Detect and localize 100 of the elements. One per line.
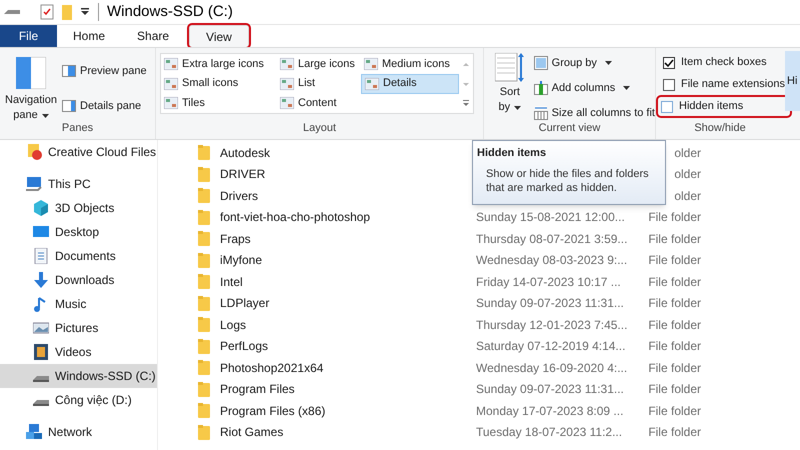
folder-icon (198, 274, 210, 290)
checkbox[interactable] (663, 56, 675, 68)
layout-option[interactable]: Medium icons (361, 54, 459, 74)
folder-icon (198, 145, 210, 160)
hide-selected-button[interactable]: Hi (785, 51, 800, 111)
type-cell: older (674, 167, 701, 182)
desktop-icon (33, 224, 49, 240)
group-label: Layout (302, 121, 336, 136)
date-cell: Thursday 12-01-2023 7:45... (476, 318, 628, 332)
navigation-item[interactable]: Music (0, 292, 157, 316)
navigation-item[interactable]: Pictures (0, 316, 157, 340)
ribbon-tab[interactable]: View (189, 25, 249, 47)
navigation-item[interactable]: 3D Objects (0, 196, 157, 220)
layout-option[interactable]: Tiles (161, 93, 277, 114)
folder-icon (198, 317, 210, 332)
view-option-button[interactable]: Add columns (534, 78, 655, 98)
group-icon (534, 56, 548, 70)
file-name[interactable]: DRIVER (220, 165, 266, 184)
view-icon (164, 78, 178, 90)
navigation-item[interactable]: Công việc (D:) (0, 388, 157, 412)
document-icon (33, 248, 49, 264)
view-option-button[interactable]: Group by (534, 53, 655, 73)
file-name[interactable]: Drivers (220, 186, 258, 205)
preview-pane-button[interactable]: Preview pane (62, 63, 147, 80)
sort-by-button[interactable]: Sort by (488, 53, 532, 115)
caret-icon (514, 106, 522, 110)
layout-option[interactable]: List (277, 74, 361, 94)
pictures-icon (33, 320, 49, 336)
properties-icon (40, 4, 54, 20)
caret-icon (604, 61, 612, 65)
date-cell: Wednesday 16-09-2020 4:... (476, 360, 628, 375)
folder-icon (198, 188, 210, 204)
group-label: Show/hide (694, 121, 746, 136)
drive-icon (33, 376, 49, 382)
file-name[interactable]: PerfLogs (220, 337, 268, 356)
fit-columns-icon (534, 106, 548, 120)
folder-icon (198, 252, 210, 268)
navigation-item[interactable]: Creative Cloud Files (0, 140, 157, 164)
group-label: Panes (62, 121, 94, 136)
file-name[interactable]: LDPlayer (220, 294, 270, 312)
folder-icon (198, 231, 210, 246)
layout-option[interactable]: Large icons (277, 54, 361, 74)
navigation-item[interactable]: Videos (0, 340, 157, 364)
view-icon (280, 97, 294, 110)
file-name[interactable]: iMyfone (220, 251, 262, 270)
drive-icon (33, 400, 49, 406)
checkbox-option[interactable]: File name extensions (660, 75, 788, 94)
date-cell: Thursday 08-07-2021 3:59... (476, 232, 628, 246)
file-name[interactable]: font-viet-hoa-cho-photoshop (220, 208, 370, 226)
file-name[interactable]: Logs (220, 316, 246, 334)
folder-icon (198, 382, 210, 397)
type-cell: File folder (648, 232, 701, 246)
folder-icon (198, 166, 210, 182)
navigation-item[interactable]: This PC (0, 172, 157, 196)
ribbon-tab[interactable]: Home (57, 25, 122, 47)
folder-icon (198, 296, 210, 311)
navigation-pane-button[interactable]: Navigation pane (0, 53, 62, 123)
type-cell: File folder (648, 253, 701, 268)
checkbox-option[interactable]: Item check boxes (660, 53, 788, 72)
folder-icon (198, 403, 210, 418)
type-cell: older (674, 146, 701, 160)
checkbox[interactable] (663, 78, 675, 90)
file-name[interactable]: Fraps (220, 230, 251, 248)
navigation-item[interactable]: Windows-SSD (C:) (0, 364, 157, 388)
folder-icon (198, 338, 210, 354)
navigation-item[interactable]: Desktop (0, 220, 157, 244)
type-cell: File folder (648, 318, 701, 332)
pane-icon (62, 65, 76, 78)
file-name[interactable]: Riot Games (220, 423, 284, 442)
layout-option[interactable]: Small icons (161, 74, 277, 94)
file-name[interactable]: Photoshop2021x64 (220, 358, 324, 377)
sort-icon (494, 53, 525, 83)
file-name[interactable]: Program Files (x86) (220, 402, 326, 420)
pane-layout-icon (16, 57, 46, 89)
type-cell: File folder (648, 274, 701, 289)
details-pane-button[interactable]: Details pane (62, 98, 147, 114)
navigation-item[interactable]: Downloads (0, 268, 157, 292)
file-name[interactable]: Autodesk (220, 144, 270, 162)
view-icon (280, 78, 294, 90)
date-cell: Monday 17-07-2023 8:09 ... (476, 404, 624, 418)
layout-option[interactable]: Content (277, 93, 361, 114)
film-icon (33, 344, 49, 360)
file-tab[interactable]: File (0, 25, 57, 47)
file-name[interactable]: Intel (220, 272, 243, 291)
ribbon-tab[interactable]: Share (121, 25, 186, 47)
caret-icon (623, 86, 630, 90)
folder-icon (62, 4, 72, 20)
view-option-button[interactable]: Size all columns to fit (534, 103, 655, 123)
navigation-item[interactable]: Documents (0, 244, 157, 268)
file-name[interactable]: Program Files (220, 380, 295, 398)
layout-option[interactable]: Details (361, 74, 459, 94)
type-cell: File folder (648, 382, 701, 396)
date-cell: Tuesday 18-07-2023 11:2... (476, 425, 622, 440)
navigation-item[interactable]: Network (0, 420, 157, 444)
folder-icon (198, 424, 210, 440)
date-cell: Sunday 09-07-2023 11:31... (476, 296, 624, 310)
caret-icon (42, 114, 49, 118)
checkbox[interactable] (661, 100, 673, 112)
type-cell: File folder (648, 339, 701, 354)
layout-option[interactable]: Extra large icons (161, 54, 277, 74)
